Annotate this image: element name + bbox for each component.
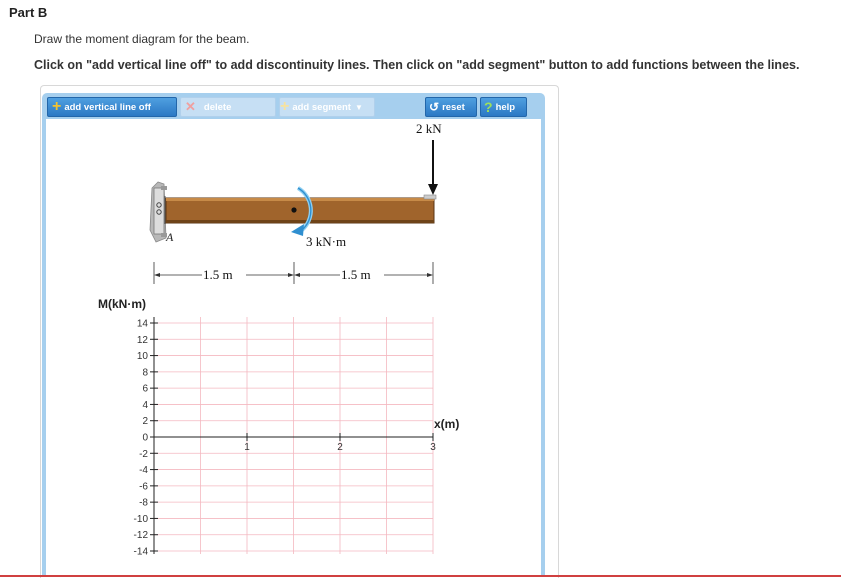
x-tick-label: 2 (337, 442, 343, 453)
support-label: A (165, 230, 174, 244)
y-tick-label: 10 (137, 351, 149, 362)
y-tick-label: 4 (142, 400, 148, 411)
x-tick-label: 1 (244, 442, 250, 453)
x-axis-label: x(m) (434, 417, 459, 431)
beam-diagram-and-graph: A 3 kN·m 2 kN 1.5 m 1.5 m M(kN·m) x(m) 1… (98, 121, 459, 558)
point-load-arrow (428, 140, 438, 195)
y-tick-label: 0 (142, 433, 148, 444)
y-tick-label: 12 (137, 335, 149, 346)
beam (165, 194, 437, 224)
x-tick-label: 3 (430, 442, 436, 453)
dimension-lines (153, 262, 434, 284)
y-tick-label: 2 (142, 416, 148, 427)
y-tick-label: -4 (139, 465, 148, 476)
dimension-2: 1.5 m (341, 267, 371, 282)
y-axis-label: M(kN·m) (98, 297, 146, 311)
y-tick-label: -10 (134, 514, 149, 525)
moment-graph-grid (153, 317, 434, 554)
moment-label: 3 kN·m (306, 234, 346, 249)
x-axis-ticks: 1 2 3 (244, 433, 436, 453)
y-tick-label: -14 (134, 547, 149, 558)
fixed-support (149, 181, 167, 243)
y-tick-label: -2 (139, 449, 148, 460)
moment-point (291, 207, 297, 213)
y-tick-label: 6 (142, 384, 148, 395)
load-label: 2 kN (416, 121, 442, 136)
dimension-1: 1.5 m (203, 267, 233, 282)
y-tick-label: -8 (139, 498, 148, 509)
y-tick-label: 14 (137, 319, 149, 330)
y-tick-label: 8 (142, 367, 148, 378)
y-tick-label: -6 (139, 481, 148, 492)
y-tick-label: -12 (134, 530, 149, 541)
